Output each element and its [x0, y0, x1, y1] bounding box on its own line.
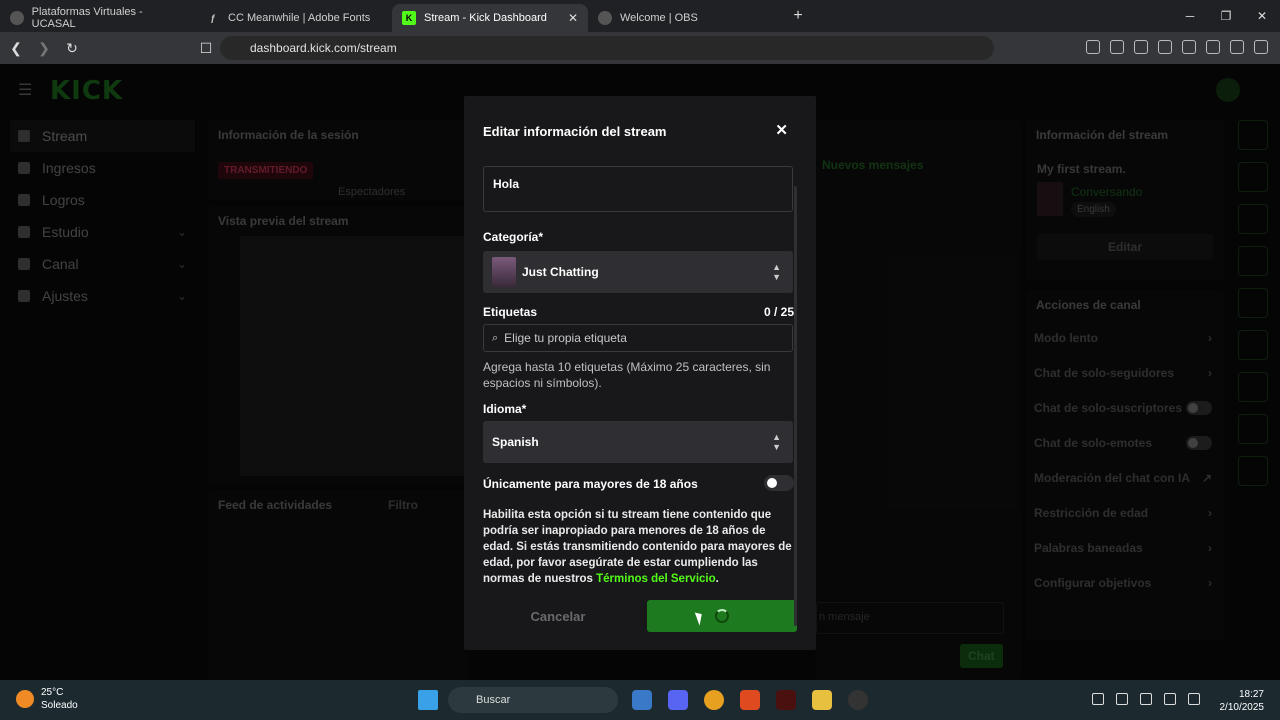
tray-up-arrow-icon[interactable] [1092, 693, 1104, 705]
onedrive-icon[interactable] [1116, 693, 1128, 705]
weather-widget[interactable]: 25°C Soleado [16, 686, 78, 712]
adult-content-toggle[interactable] [764, 475, 794, 491]
tags-hint: Agrega hasta 10 etiquetas (Máximo 25 car… [483, 360, 771, 390]
tab-label: Plataformas Virtuales - UCASAL [31, 6, 143, 30]
edit-stream-modal: Editar información del stream ✕ Hola Cat… [464, 96, 816, 650]
cancel-button[interactable]: Cancelar [483, 600, 633, 632]
obs-icon[interactable] [848, 690, 868, 710]
close-window-button[interactable]: ✕ [1244, 0, 1280, 32]
kick-dashboard-page: ☰ KICK Stream Ingresos Logros Estudio ⌄ … [0, 64, 1280, 680]
windows-start-icon[interactable] [418, 690, 438, 710]
reload-button[interactable]: ↻ [60, 40, 84, 57]
maximize-button[interactable]: ❐ [1208, 0, 1244, 32]
temperature: 25°C [41, 687, 64, 698]
search-placeholder: Buscar [476, 694, 511, 706]
modal-title: Editar información del stream [483, 124, 667, 139]
language-select[interactable]: Spanish ▲ ▼ [483, 421, 793, 463]
sidebar-icon[interactable] [1158, 40, 1172, 54]
tab-kick-dashboard[interactable]: K Stream - Kick Dashboard ✕ [392, 4, 588, 32]
tab-ucasal[interactable]: Plataformas Virtuales - UCASAL [0, 4, 196, 32]
tab-label: Welcome | OBS [620, 12, 698, 24]
loading-spinner-icon [715, 609, 729, 623]
system-tray [1092, 693, 1200, 705]
chrome-icon[interactable] [704, 690, 724, 710]
sun-icon [16, 690, 34, 708]
microphone-icon[interactable] [1140, 693, 1152, 705]
close-icon[interactable]: ✕ [568, 11, 578, 25]
modal-scrollbar[interactable] [794, 186, 797, 626]
discord-icon[interactable] [668, 690, 688, 710]
menu-icon[interactable] [1254, 40, 1268, 54]
tab-label: Stream - Kick Dashboard [424, 12, 547, 24]
music-icon[interactable] [1134, 40, 1148, 54]
new-tab-button[interactable]: + [784, 7, 812, 25]
windows-taskbar: 25°C Soleado Buscar 18:27 2/10/2025 [0, 680, 1280, 720]
globe-icon [10, 11, 24, 25]
category-value: Just Chatting [522, 265, 599, 279]
tab-adobe-fonts[interactable]: ƒ CC Meanwhile | Adobe Fonts [196, 4, 392, 32]
url-input[interactable]: dashboard.kick.com/stream [220, 36, 994, 60]
time: 18:27 [1238, 689, 1264, 700]
tags-placeholder: Elige tu propia etiqueta [504, 331, 627, 345]
category-thumbnail [492, 257, 516, 287]
wallet-icon[interactable] [1182, 40, 1196, 54]
minimize-button[interactable]: ─ [1172, 0, 1208, 32]
globe-icon [598, 11, 612, 25]
save-button[interactable] [647, 600, 797, 632]
brave-icon[interactable] [740, 690, 760, 710]
taskbar-search[interactable]: Buscar [448, 687, 618, 713]
url-text: dashboard.kick.com/stream [250, 41, 397, 55]
adult-content-label: Únicamente para mayores de 18 años [483, 477, 698, 491]
stream-title-input[interactable]: Hola [483, 166, 793, 212]
store-icon[interactable] [632, 690, 652, 710]
illustrator-icon[interactable] [776, 690, 796, 710]
folder-icon[interactable] [812, 690, 832, 710]
terms-end: . [715, 573, 719, 585]
weather-condition: Soleado [41, 700, 78, 711]
kick-icon: K [402, 11, 416, 25]
search-icon: ⌕ [492, 331, 499, 344]
tags-counter: 0 / 25 [763, 305, 794, 319]
extension-icon[interactable] [1206, 40, 1220, 54]
tab-obs[interactable]: Welcome | OBS [588, 4, 784, 32]
language-value: Spanish [492, 435, 539, 449]
close-icon[interactable]: ✕ [775, 121, 788, 139]
stream-title-value: Hola [493, 177, 520, 191]
vpn-icon[interactable] [1230, 40, 1244, 54]
volume-icon[interactable] [1188, 693, 1200, 705]
language-label: Idioma* [483, 402, 527, 416]
select-arrows-icon: ▲ ▼ [772, 432, 781, 452]
window-controls: ─ ❐ ✕ [1172, 0, 1280, 32]
adobe-fonts-icon: ƒ [210, 13, 216, 23]
back-button[interactable]: ❮ [4, 40, 28, 57]
tags-label: Etiquetas [483, 305, 538, 319]
date: 2/10/2025 [1219, 702, 1265, 713]
clock[interactable]: 18:27 2/10/2025 [1220, 688, 1265, 714]
terms-of-service-link[interactable]: Términos del Servicio [596, 573, 716, 585]
tab-label: CC Meanwhile | Adobe Fonts [228, 12, 371, 24]
bookmark-icon[interactable]: ☐ [194, 40, 218, 57]
address-bar-row: ❮ ❯ ↻ ☐ dashboard.kick.com/stream [0, 32, 1280, 64]
adult-content-description: Habilita esta opción si tu stream tiene … [483, 507, 795, 587]
taskbar-apps [632, 690, 868, 710]
tags-input[interactable]: ⌕ Elige tu propia etiqueta [483, 324, 793, 352]
category-select[interactable]: Just Chatting ▲ ▼ [483, 251, 793, 293]
forward-button[interactable]: ❯ [32, 40, 56, 57]
category-label: Categoría* [483, 230, 544, 244]
network-icon[interactable] [1164, 693, 1176, 705]
download-icon[interactable] [1110, 40, 1124, 54]
browser-tab-bar: Plataformas Virtuales - UCASAL ƒ CC Mean… [0, 0, 1280, 32]
select-arrows-icon: ▲ ▼ [772, 262, 781, 282]
screenshot-icon[interactable] [1086, 40, 1100, 54]
extension-icons [1086, 40, 1268, 54]
